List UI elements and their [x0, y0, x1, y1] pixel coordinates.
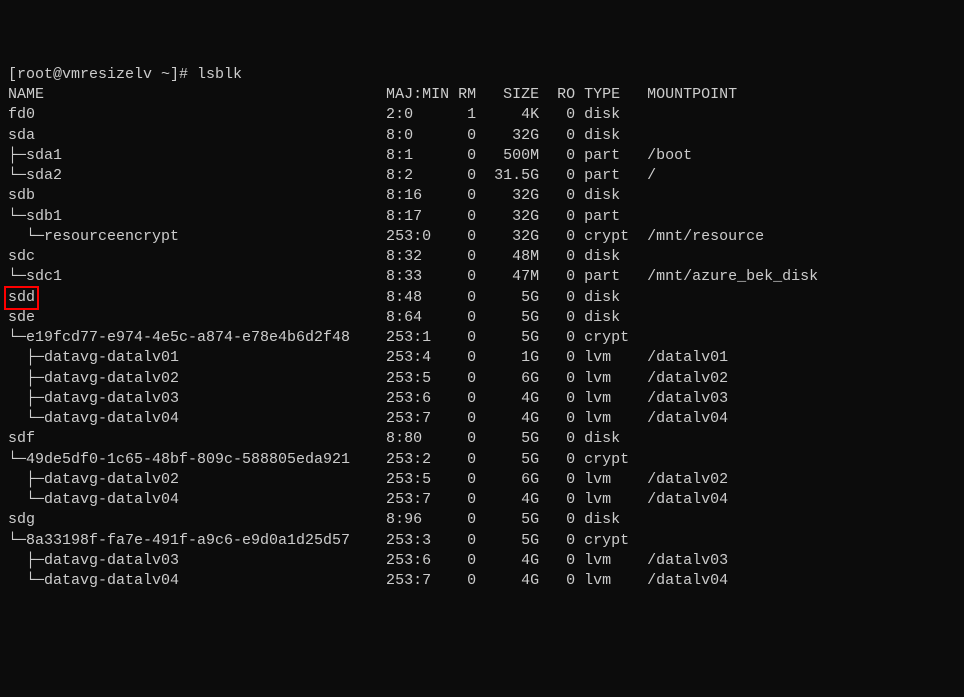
- table-row: sdc 8:32 0 48M 0 disk: [8, 247, 956, 267]
- table-row: ├─datavg-datalv03 253:6 0 4G 0 lvm /data…: [8, 551, 956, 571]
- lsblk-rows: fd0 2:0 1 4K 0 disk sda 8:0 0 32G 0 disk…: [8, 105, 956, 591]
- lsblk-header: NAME MAJ:MIN RM SIZE RO TYPE MOUNTPOINT: [8, 85, 956, 105]
- table-row: sdb 8:16 0 32G 0 disk: [8, 186, 956, 206]
- table-row: sde 8:64 0 5G 0 disk: [8, 308, 956, 328]
- table-row: sdg 8:96 0 5G 0 disk: [8, 510, 956, 530]
- table-row: └─sdb1 8:17 0 32G 0 part: [8, 207, 956, 227]
- table-row: ├─sda1 8:1 0 500M 0 part /boot: [8, 146, 956, 166]
- prompt-text: [root@vmresizelv ~]#: [8, 66, 197, 83]
- table-row: └─49de5df0-1c65-48bf-809c-588805eda921 2…: [8, 450, 956, 470]
- terminal-output: [root@vmresizelv ~]# lsblk NAME MAJ:MIN …: [8, 65, 956, 592]
- table-row: sdf 8:80 0 5G 0 disk: [8, 429, 956, 449]
- table-row: sdd 8:48 0 5G 0 disk: [8, 288, 956, 308]
- table-row: └─sdc1 8:33 0 47M 0 part /mnt/azure_bek_…: [8, 267, 956, 287]
- table-row: └─datavg-datalv04 253:7 0 4G 0 lvm /data…: [8, 409, 956, 429]
- table-row: fd0 2:0 1 4K 0 disk: [8, 105, 956, 125]
- highlighted-device: sdd: [4, 286, 39, 310]
- table-row: ├─datavg-datalv02 253:5 0 6G 0 lvm /data…: [8, 470, 956, 490]
- table-row: └─datavg-datalv04 253:7 0 4G 0 lvm /data…: [8, 571, 956, 591]
- shell-prompt: [root@vmresizelv ~]# lsblk: [8, 66, 242, 83]
- table-row: sda 8:0 0 32G 0 disk: [8, 126, 956, 146]
- table-row: ├─datavg-datalv03 253:6 0 4G 0 lvm /data…: [8, 389, 956, 409]
- command-text: lsblk: [197, 66, 242, 83]
- table-row: └─sda2 8:2 0 31.5G 0 part /: [8, 166, 956, 186]
- table-row: └─datavg-datalv04 253:7 0 4G 0 lvm /data…: [8, 490, 956, 510]
- table-row: └─8a33198f-fa7e-491f-a9c6-e9d0a1d25d57 2…: [8, 531, 956, 551]
- table-row: └─e19fcd77-e974-4e5c-a874-e78e4b6d2f48 2…: [8, 328, 956, 348]
- table-row: ├─datavg-datalv02 253:5 0 6G 0 lvm /data…: [8, 369, 956, 389]
- table-row: └─resourceencrypt 253:0 0 32G 0 crypt /m…: [8, 227, 956, 247]
- table-row: ├─datavg-datalv01 253:4 0 1G 0 lvm /data…: [8, 348, 956, 368]
